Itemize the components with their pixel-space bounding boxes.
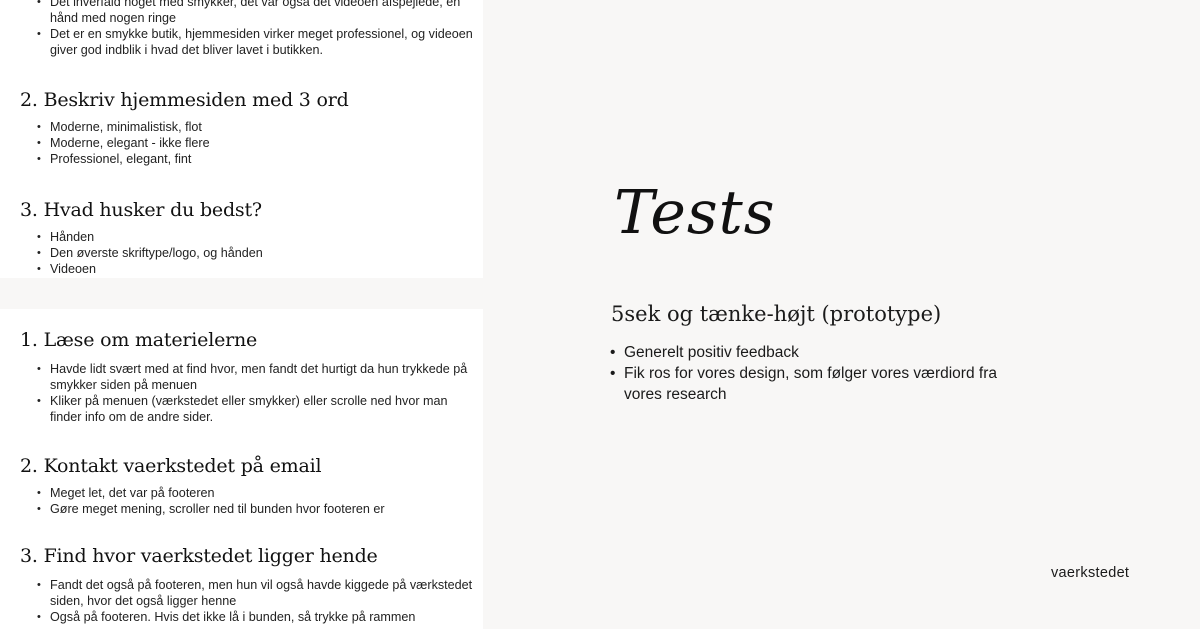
section-location: 3. Find hvor vaerkstedet ligger hende Fa…: [20, 545, 477, 625]
test-method-heading: 5sek og tænke-højt (prototype): [611, 302, 942, 326]
bullet-list: Moderne, minimalistisk, flot Moderne, el…: [20, 119, 477, 167]
section-title: 3. Find hvor vaerkstedet ligger hende: [20, 545, 378, 567]
list-item: Det er en smykke butik, hjemmesiden virk…: [34, 26, 477, 58]
section-contact: 2. Kontakt vaerkstedet på email Meget le…: [20, 455, 477, 517]
bullet-list: Meget let, det var på footeren Gøre mege…: [20, 485, 477, 517]
list-item: Det ihverfald noget med smykker, det var…: [34, 0, 477, 26]
intro-bullet-list: Det ihverfald noget med smykker, det var…: [20, 0, 477, 58]
list-item: Fik ros for vores design, som følger vor…: [608, 363, 1008, 405]
list-item: Gøre meget mening, scroller ned til bund…: [34, 501, 477, 517]
list-item: Havde lidt svært med at find hvor, men f…: [34, 361, 477, 393]
section-title: 2. Beskriv hjemmesiden med 3 ord: [20, 89, 349, 111]
page-title: Tests: [614, 178, 776, 248]
section-describe: 2. Beskriv hjemmesiden med 3 ord Moderne…: [20, 89, 477, 167]
list-item: Moderne, elegant - ikke flere: [34, 135, 477, 151]
test-notes-panel-bottom: 1. Læse om materielerne Havde lidt svært…: [0, 309, 483, 629]
list-item: Professionel, elegant, fint: [34, 151, 477, 167]
section-materials: 1. Læse om materielerne Havde lidt svært…: [20, 329, 477, 425]
list-item: Generelt positiv feedback: [608, 342, 1008, 363]
list-item: Den øverste skriftype/logo, og hånden: [34, 245, 477, 261]
test-notes-panel-top: Det ihverfald noget med smykker, det var…: [0, 0, 483, 278]
list-item: Fandt det også på footeren, men hun vil …: [34, 577, 477, 609]
feedback-list: Generelt positiv feedback Fik ros for vo…: [608, 342, 1008, 405]
intro-block: Det ihverfald noget med smykker, det var…: [20, 0, 477, 58]
section-title: 3. Hvad husker du bedst?: [20, 199, 262, 221]
section-title: 2. Kontakt vaerkstedet på email: [20, 455, 322, 477]
list-item: Også på footeren. Hvis det ikke lå i bun…: [34, 609, 477, 625]
bullet-list: Havde lidt svært med at find hvor, men f…: [20, 361, 477, 425]
list-item: Moderne, minimalistisk, flot: [34, 119, 477, 135]
bullet-list: Hånden Den øverste skriftype/logo, og hå…: [20, 229, 477, 277]
section-remember: 3. Hvad husker du bedst? Hånden Den øver…: [20, 199, 477, 277]
brand-label: vaerkstedet: [1051, 565, 1130, 581]
section-title: 1. Læse om materielerne: [20, 329, 258, 351]
list-item: Kliker på menuen (værkstedet eller smykk…: [34, 393, 477, 425]
bullet-list: Fandt det også på footeren, men hun vil …: [20, 577, 477, 625]
list-item: Videoen: [34, 261, 477, 277]
list-item: Hånden: [34, 229, 477, 245]
list-item: Meget let, det var på footeren: [34, 485, 477, 501]
